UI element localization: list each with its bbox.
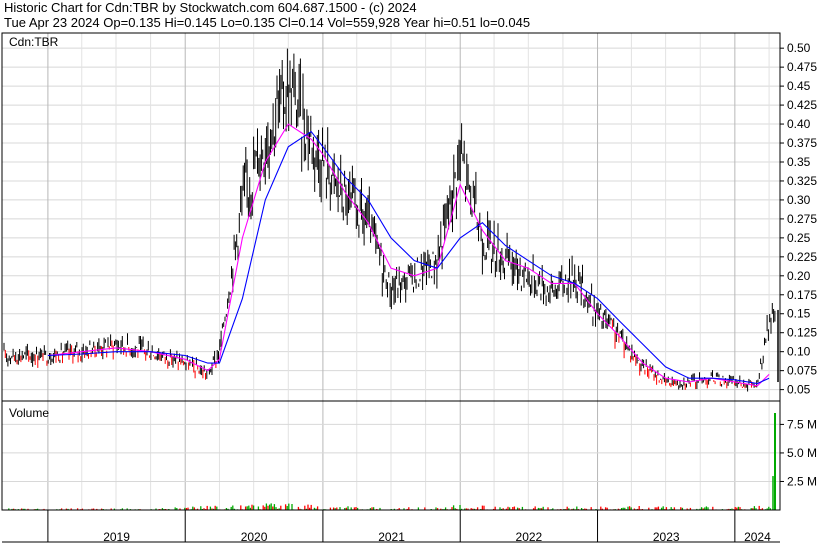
price-tick-label: 0.30 — [787, 193, 811, 207]
volume-axis: 2.5 M 5.0 M 7.5 M — [780, 417, 817, 488]
price-tick-label: 0.425 — [787, 98, 817, 112]
price-tick-label: 0.375 — [787, 136, 817, 150]
year-label: 2021 — [378, 530, 405, 543]
price-tick-label: 0.325 — [787, 174, 817, 188]
time-axis: 2019 2020 2021 2022 2023 2024 — [2, 509, 780, 543]
price-tick-label: 0.275 — [787, 212, 817, 226]
moving-averages — [47, 123, 770, 387]
price-tick-label: 0.35 — [787, 155, 811, 169]
volume-tick-label: 2.5 M — [787, 474, 817, 488]
price-panel-title: Cdn:TBR — [9, 35, 59, 49]
year-label: 2023 — [653, 530, 680, 543]
price-axis: 0.05 0.075 0.10 0.125 0.15 0.175 0.20 0.225 0.25… — [780, 41, 817, 397]
price-tick-label: 0.05 — [787, 383, 811, 397]
volume-tick-label: 7.5 M — [787, 417, 817, 431]
price-tick-label: 0.50 — [787, 41, 811, 55]
price-tick-label: 0.225 — [787, 250, 817, 264]
volume-panel-title: Volume — [9, 406, 49, 420]
stock-chart: 0.05 0.075 0.10 0.125 0.15 0.175 0.20 0.225 0.25… — [1, 32, 817, 543]
price-tick-label: 0.40 — [787, 117, 811, 131]
volume-grid — [2, 401, 780, 510]
year-label: 2019 — [103, 530, 130, 543]
year-label: 2020 — [241, 530, 268, 543]
price-tick-label: 0.475 — [787, 60, 817, 74]
volume-bars — [3, 412, 776, 510]
price-tick-label: 0.15 — [787, 307, 811, 321]
volume-tick-label: 5.0 M — [787, 446, 817, 460]
year-label: 2022 — [516, 530, 543, 543]
year-label: 2024 — [744, 530, 771, 543]
price-tick-label: 0.125 — [787, 326, 817, 340]
price-tick-label: 0.20 — [787, 269, 811, 283]
price-tick-label: 0.45 — [787, 79, 811, 93]
price-tick-label: 0.25 — [787, 231, 811, 245]
price-tick-label: 0.10 — [787, 345, 811, 359]
price-tick-label: 0.175 — [787, 288, 817, 302]
price-tick-label: 0.075 — [787, 364, 817, 378]
long-moving-average-line — [47, 130, 770, 385]
